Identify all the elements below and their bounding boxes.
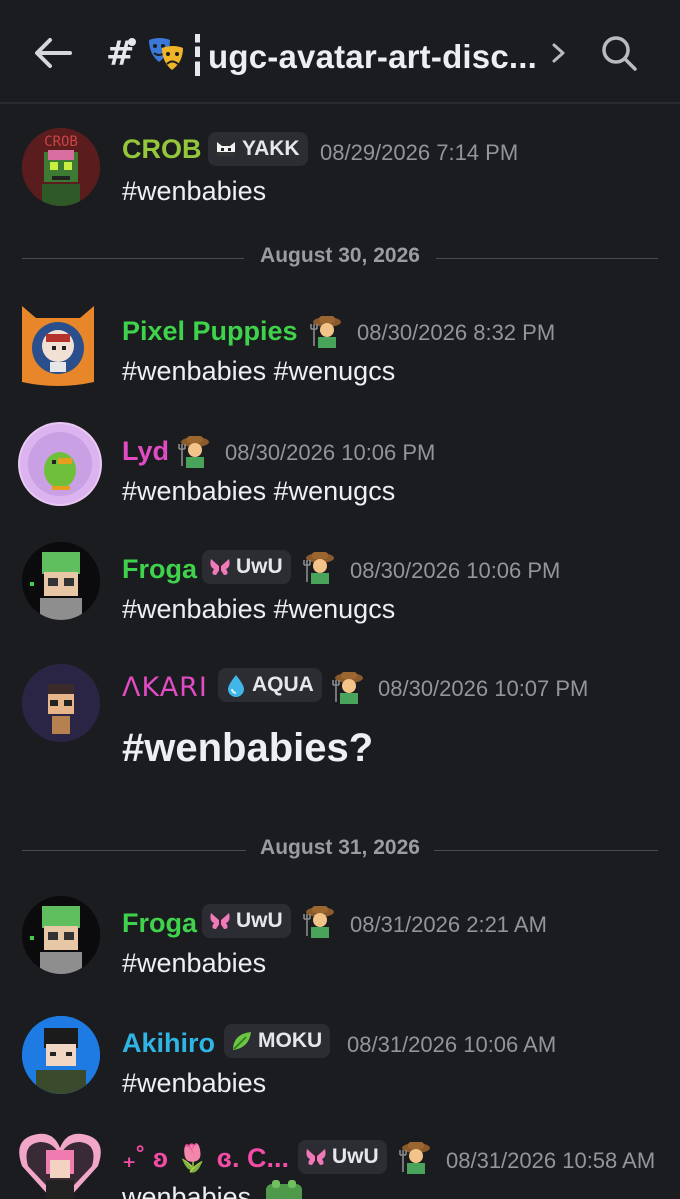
date-divider: August 31, 2026: [22, 836, 658, 866]
username[interactable]: Lyd: [122, 436, 169, 467]
cat-icon: [217, 142, 235, 156]
date-divider-label: August 31, 2026: [260, 836, 420, 859]
message-text: #wenbabies?: [122, 726, 374, 770]
avatar[interactable]: [22, 896, 100, 974]
message-text: #wenbabies: [122, 1068, 267, 1098]
farmer-emoji-icon: [303, 552, 334, 584]
avatar[interactable]: [16, 1130, 104, 1199]
timestamp: 08/29/2026 7:14 PM: [320, 140, 519, 165]
channel-thread-dot: [128, 38, 136, 46]
message-text: #wenbabies #wenugcs: [122, 476, 396, 506]
butterfly-icon: [306, 1149, 326, 1165]
butterfly-icon: [210, 913, 230, 929]
avatar[interactable]: [18, 422, 102, 506]
server-tag-label: YAKK: [242, 137, 300, 160]
channel-header: # ugc-avatar-art-disc...: [0, 0, 680, 104]
message-text: #wenbabies: [122, 948, 267, 978]
server-tag[interactable]: UwU: [202, 904, 291, 938]
timestamp: 08/30/2026 10:06 PM: [350, 558, 561, 583]
timestamp: 08/31/2026 10:58 AM: [446, 1148, 656, 1173]
server-tag[interactable]: YAKK: [208, 132, 308, 166]
server-tag[interactable]: UwU: [202, 550, 291, 584]
droplet-icon: [228, 675, 244, 697]
farmer-emoji-icon: [332, 672, 363, 704]
server-tag-label: UwU: [236, 909, 283, 932]
username[interactable]: ᐱKARI: [122, 672, 208, 703]
message-item[interactable]: ᐱKARI AQUA 08/30/2026 10:07 PM #wenbabie…: [0, 664, 680, 784]
farmer-emoji-icon: [399, 1142, 430, 1174]
theater-masks-icon: [149, 38, 183, 70]
server-tag-label: AQUA: [252, 673, 314, 696]
leaf-icon: [233, 1032, 251, 1050]
avatar[interactable]: [22, 1016, 100, 1094]
channel-name-separator: [195, 34, 200, 76]
username[interactable]: CROB: [122, 134, 202, 165]
username[interactable]: Pixel Puppies: [122, 316, 298, 347]
message-text: #wenbabies #wenugcs: [122, 594, 396, 624]
channel-name[interactable]: ugc-avatar-art-disc...: [208, 38, 537, 76]
message-item[interactable]: CROB CROB YAKK 08/29/2026 7:14 PM #wenba…: [0, 128, 680, 218]
server-tag[interactable]: MOKU: [224, 1024, 331, 1058]
avatar[interactable]: [22, 542, 100, 620]
avatar[interactable]: [16, 300, 100, 388]
timestamp: 08/30/2026 10:06 PM: [225, 440, 436, 465]
farmer-emoji-icon: [303, 906, 334, 938]
timestamp: 08/31/2026 2:21 AM: [350, 912, 547, 937]
server-tag[interactable]: AQUA: [218, 668, 322, 702]
message-item[interactable]: Pixel Puppies 08/30/2026 8:32 PM #wenbab…: [0, 300, 680, 390]
timestamp: 08/30/2026 8:32 PM: [357, 320, 556, 345]
search-icon[interactable]: [598, 32, 640, 74]
server-tag-label: UwU: [332, 1145, 379, 1168]
server-tag[interactable]: UwU: [298, 1140, 387, 1174]
username[interactable]: ₊˚ ʚ 🌷 ɞ. C...: [122, 1142, 289, 1174]
username[interactable]: Froga: [122, 554, 197, 585]
butterfly-icon: [210, 559, 230, 575]
message-text: #wenbabies: [122, 176, 267, 206]
message-item[interactable]: Froga UwU 08/31/2026 2:21 AM #wenbabies: [0, 896, 680, 986]
message-text: wenbabies: [122, 1182, 252, 1199]
chevron-right-icon[interactable]: [548, 38, 570, 68]
message-text: #wenbabies #wenugcs: [122, 356, 396, 386]
svg-text:CROB: CROB: [44, 134, 78, 150]
avatar[interactable]: CROB: [22, 128, 100, 206]
message-item[interactable]: ₊˚ ʚ 🌷 ɞ. C... UwU 08/31/2026 10:58 AM w…: [0, 1130, 680, 1199]
avatar[interactable]: [22, 664, 100, 742]
server-tag-label: MOKU: [258, 1029, 323, 1052]
back-arrow-icon[interactable]: [30, 30, 76, 76]
date-divider-label: August 30, 2026: [260, 244, 420, 267]
username[interactable]: Froga: [122, 908, 197, 939]
message-item[interactable]: Froga UwU 08/30/2026 10:06 PM #wenbabies…: [0, 542, 680, 632]
farmer-emoji-icon: [310, 316, 341, 348]
timestamp: 08/30/2026 10:07 PM: [378, 676, 589, 701]
message-item[interactable]: Akihiro MOKU 08/31/2026 10:06 AM #wenbab…: [0, 1016, 680, 1106]
farmer-emoji-icon: [178, 436, 209, 468]
timestamp: 08/31/2026 10:06 AM: [347, 1032, 557, 1057]
message-item[interactable]: Lyd 08/30/2026 10:06 PM #wenbabies #wenu…: [0, 422, 680, 512]
date-divider: August 30, 2026: [22, 244, 658, 274]
server-tag-label: UwU: [236, 555, 283, 578]
frog-emoji-icon: [266, 1180, 302, 1199]
username[interactable]: Akihiro: [122, 1028, 215, 1059]
